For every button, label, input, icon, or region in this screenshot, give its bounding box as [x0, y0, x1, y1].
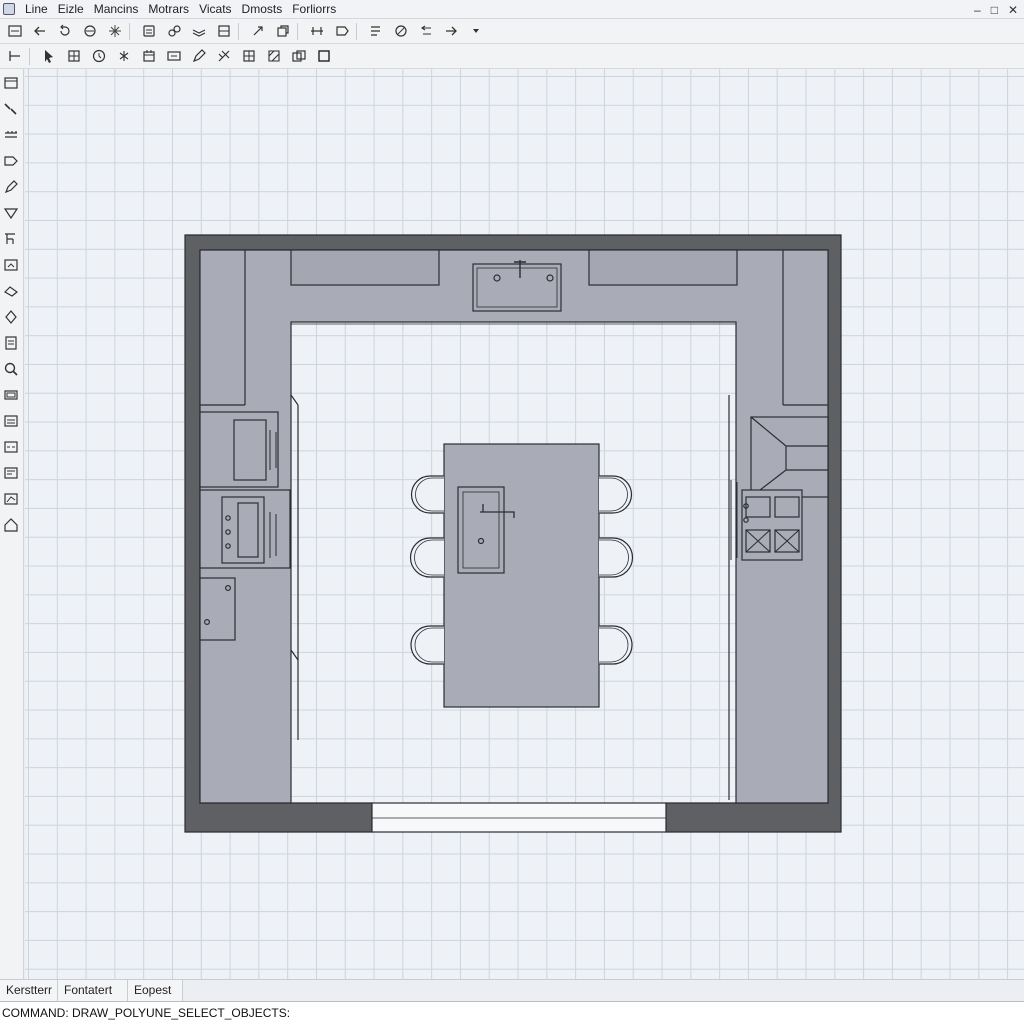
scan-icon[interactable] [0, 435, 22, 459]
drawing-canvas[interactable] [25, 69, 1024, 979]
command-line[interactable]: COMMAND: DRAW_POLYUNE_SELECT_OBJECTS: [0, 1001, 1024, 1024]
menu-bar: Line Eizle Mancins Motrars Vicats Dmosts… [0, 0, 1024, 19]
stool-right-2 [599, 537, 634, 578]
right-cooktop [741, 489, 803, 561]
group-icon[interactable] [288, 46, 309, 67]
stool-right-1 [599, 475, 633, 514]
block-icon[interactable] [213, 21, 234, 42]
app-icon [3, 3, 15, 15]
menu-item-eizle[interactable]: Eizle [53, 0, 89, 18]
back-arrow-icon[interactable] [29, 21, 50, 42]
zoom-icon[interactable] [0, 357, 22, 381]
open-icon[interactable] [4, 21, 25, 42]
menu-item-line[interactable]: Line [20, 0, 53, 18]
measure-icon[interactable] [365, 21, 386, 42]
chart-icon[interactable] [0, 487, 22, 511]
doorway [371, 802, 667, 833]
asterisk-icon[interactable] [113, 46, 134, 67]
menu-item-vicats[interactable]: Vicats [194, 0, 236, 18]
snap-icon[interactable] [104, 21, 125, 42]
forward-arrow-icon[interactable] [440, 21, 461, 42]
print-icon[interactable] [138, 21, 159, 42]
toolbar-separator [29, 47, 30, 65]
maximize-button[interactable]: □ [991, 3, 998, 17]
main-sink [472, 263, 562, 312]
properties-icon[interactable] [163, 21, 184, 42]
curve-icon[interactable] [0, 227, 22, 251]
upper-cabinet-left [290, 249, 440, 286]
text-icon[interactable] [163, 46, 184, 67]
range-hood [750, 416, 829, 498]
sheet-icon[interactable] [0, 331, 22, 355]
stool-left-2 [409, 537, 444, 578]
draw-toolbar [0, 44, 1024, 69]
pointer-icon[interactable] [38, 46, 59, 67]
ruler-icon[interactable] [0, 123, 22, 147]
layout-tabs: Kerstterr Fontatert Eopest [0, 979, 1024, 1001]
minimize-button[interactable]: – [974, 3, 981, 17]
main-toolbar [0, 19, 1024, 44]
tab-fontatert[interactable]: Fontatert [58, 980, 128, 1001]
frame-icon[interactable] [0, 383, 22, 407]
dropdown-icon[interactable] [465, 21, 486, 42]
stool-right-3 [599, 625, 633, 665]
brush-icon[interactable] [0, 97, 22, 121]
undo-icon[interactable] [54, 21, 75, 42]
shape-icon[interactable] [0, 149, 22, 173]
kitchen-island [443, 443, 600, 708]
toolbar-separator [129, 22, 130, 40]
grid-icon[interactable] [238, 46, 259, 67]
copy-icon[interactable] [272, 21, 293, 42]
trim-icon[interactable] [213, 46, 234, 67]
toolbar-separator [297, 22, 298, 40]
calendar-icon[interactable] [138, 46, 159, 67]
rotate-icon[interactable] [247, 21, 268, 42]
orbit-icon[interactable] [390, 21, 411, 42]
kitchen-floor-plan[interactable] [25, 69, 1024, 979]
table-icon[interactable] [63, 46, 84, 67]
hatch-icon[interactable] [263, 46, 284, 67]
home-icon[interactable] [0, 513, 22, 537]
rectangle-icon[interactable] [313, 46, 334, 67]
pointer-icon[interactable] [0, 305, 22, 329]
polygon-icon[interactable] [0, 201, 22, 225]
command-prompt-text: COMMAND: DRAW_POLYUNE_SELECT_OBJECTS: [2, 1006, 291, 1020]
toolbar-separator [356, 22, 357, 40]
redo-icon[interactable] [79, 21, 100, 42]
stool-left-1 [410, 475, 444, 514]
note-icon[interactable] [0, 461, 22, 485]
menu-item-motrars[interactable]: Motrars [143, 0, 194, 18]
menu-item-forliorrs[interactable]: Forliorrs [287, 0, 341, 18]
layers-icon[interactable] [188, 21, 209, 42]
window-controls: – □ ✕ [974, 0, 1018, 19]
upper-cabinet-right [588, 249, 738, 286]
close-button[interactable]: ✕ [1008, 3, 1018, 17]
image-icon[interactable] [0, 253, 22, 277]
pencil-icon[interactable] [188, 46, 209, 67]
menu-item-mancins[interactable]: Mancins [89, 0, 144, 18]
tab-eopest[interactable]: Eopest [128, 980, 183, 1001]
align-icon[interactable] [415, 21, 436, 42]
line-icon[interactable] [4, 46, 25, 67]
eraser-icon[interactable] [0, 279, 22, 303]
dimension-icon[interactable] [306, 21, 327, 42]
tab-kerstterr[interactable]: Kerstterr [0, 980, 58, 1001]
pen-icon[interactable] [0, 175, 22, 199]
toolbar-separator [238, 22, 239, 40]
cad-application: Line Eizle Mancins Motrars Vicats Dmosts… [0, 0, 1024, 1024]
window-icon[interactable] [0, 71, 22, 95]
menu-item-dmosts[interactable]: Dmosts [237, 0, 288, 18]
list-icon[interactable] [0, 409, 22, 433]
edit-icon[interactable] [331, 21, 352, 42]
stool-left-3 [410, 625, 444, 665]
clock-icon[interactable] [88, 46, 109, 67]
tool-palette [0, 69, 24, 979]
